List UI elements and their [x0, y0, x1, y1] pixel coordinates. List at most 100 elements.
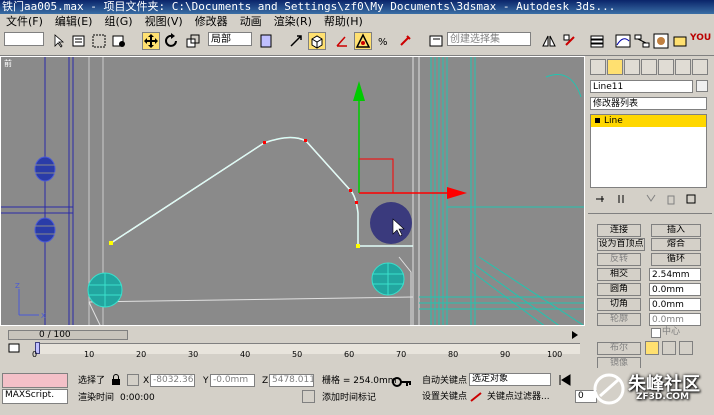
key-icon[interactable]	[392, 376, 412, 388]
object-name-field[interactable]: Line11	[590, 80, 693, 93]
crossinsert-value[interactable]: 2.54mm	[649, 268, 701, 281]
fillet-button[interactable]: 圆角	[597, 283, 641, 296]
time-slider[interactable]: 0 / 100	[8, 330, 128, 340]
window-title: 铁门aa005.max - 项目文件夹: C:\Documents and Se…	[2, 0, 616, 13]
hierarchy-tab-icon[interactable]	[624, 59, 640, 75]
named-selection-set-dropdown[interactable]: 创建选择集	[447, 32, 531, 46]
rotate-icon[interactable]	[163, 32, 181, 50]
show-end-result-icon[interactable]	[616, 193, 628, 205]
reverse-button[interactable]: 反转	[597, 253, 641, 266]
cycle-button[interactable]: 循环	[651, 253, 701, 266]
fuse-button[interactable]: 熔合	[651, 238, 701, 251]
named-selection-icon[interactable]	[427, 32, 445, 50]
maxscript-listener[interactable]: MAXScript.	[2, 389, 68, 404]
render-setup-icon[interactable]	[671, 32, 689, 50]
trackbar-icon[interactable]	[8, 342, 20, 354]
lock-icon[interactable]	[110, 374, 122, 386]
extra-tab-icon[interactable]	[692, 59, 708, 75]
snaps-toggle-icon[interactable]	[308, 32, 326, 50]
selected-object-dropdown[interactable]: 选定对象	[469, 373, 551, 386]
schematic-view-icon[interactable]	[633, 32, 651, 50]
angle-snap-icon[interactable]	[333, 32, 351, 50]
absolute-mode-icon[interactable]	[127, 374, 139, 386]
layer-manager-icon[interactable]	[588, 32, 606, 50]
utilities-tab-icon[interactable]	[675, 59, 691, 75]
chamfer-button[interactable]: 切角	[597, 298, 641, 311]
insert-button[interactable]: 插入	[651, 224, 701, 237]
move-icon[interactable]	[142, 32, 160, 50]
remove-modifier-icon[interactable]	[665, 193, 677, 205]
select-and-manipulate-icon[interactable]	[287, 32, 305, 50]
menu-group[interactable]: 组(G)	[98, 14, 138, 29]
display-tab-icon[interactable]	[658, 59, 674, 75]
center-checkbox[interactable]	[651, 328, 661, 338]
menu-file[interactable]: 文件(F)	[0, 14, 49, 29]
x-coordinate-field[interactable]: -8032.369	[150, 374, 195, 387]
add-time-tag-button[interactable]: 添加时间标记	[322, 392, 376, 404]
pin-stack-icon[interactable]	[594, 193, 606, 205]
y-coordinate-field[interactable]: -0.0mm	[210, 374, 255, 387]
vertex-handle[interactable]	[355, 201, 358, 204]
modify-tab-icon[interactable]	[607, 59, 623, 75]
chamfer-value[interactable]: 0.0mm	[649, 298, 701, 311]
go-to-start-icon[interactable]	[558, 374, 572, 386]
boolean-button[interactable]: 布尔	[597, 342, 641, 355]
connect-button[interactable]: 连接	[597, 224, 641, 237]
grid-size-label: 栅格 = 254.0mm	[322, 376, 397, 386]
vertex-handle[interactable]	[304, 139, 307, 142]
menu-animation[interactable]: 动画	[234, 14, 268, 29]
set-key-button[interactable]: 设置关键点	[422, 391, 467, 403]
time-tag-icon[interactable]	[302, 390, 315, 403]
tick-label: 10	[84, 350, 95, 359]
tick-label: 0	[32, 350, 38, 359]
mouse-cursor	[370, 202, 412, 244]
menu-edit[interactable]: 编辑(E)	[49, 14, 99, 29]
frame-counter: 0 / 100	[39, 330, 71, 340]
align-icon[interactable]	[561, 32, 579, 50]
vertex-handle[interactable]	[263, 141, 266, 144]
object-color-swatch[interactable]	[696, 80, 708, 92]
modifier-list-dropdown[interactable]: 修改器列表	[590, 97, 707, 110]
create-tab-icon[interactable]	[590, 59, 606, 75]
mirror-icon[interactable]	[540, 32, 558, 50]
stack-item-line[interactable]: Line	[591, 115, 706, 127]
crossinsert-button[interactable]: 相交	[597, 268, 641, 281]
pivot-center-icon[interactable]	[257, 32, 275, 50]
boolean-subtract-icon[interactable]	[662, 341, 676, 355]
menu-view[interactable]: 视图(V)	[139, 14, 189, 29]
motion-tab-icon[interactable]	[641, 59, 657, 75]
tick-label: 40	[240, 350, 251, 359]
boolean-intersect-icon[interactable]	[679, 341, 693, 355]
material-editor-icon[interactable]	[652, 32, 670, 50]
z-coordinate-field[interactable]: 5478.011m	[269, 374, 314, 387]
percent-snap-icon[interactable]	[354, 32, 372, 50]
menu-modifiers[interactable]: 修改器	[189, 14, 234, 29]
select-by-name-icon[interactable]	[70, 32, 88, 50]
make-first-button[interactable]: 设为首顶点	[597, 238, 645, 251]
selection-filter-dropdown[interactable]	[4, 32, 44, 46]
rect-region-icon[interactable]	[90, 32, 108, 50]
curve-editor-icon[interactable]	[614, 32, 632, 50]
make-unique-icon[interactable]	[645, 193, 657, 205]
menu-help[interactable]: 帮助(H)	[318, 14, 369, 29]
reference-coord-dropdown[interactable]: 局部	[208, 32, 252, 46]
outline-button[interactable]: 轮廓	[597, 313, 641, 326]
vertex-handle[interactable]	[349, 189, 352, 192]
scale-icon[interactable]	[184, 32, 202, 50]
front-viewport[interactable]: 前 Z X	[0, 56, 585, 326]
outline-value[interactable]: 0.0mm	[649, 313, 701, 326]
auto-key-button[interactable]: 自动关键点	[422, 375, 467, 387]
configure-sets-icon[interactable]	[685, 193, 697, 205]
move-gizmo[interactable]	[353, 81, 467, 199]
next-frame-icon[interactable]	[570, 330, 580, 340]
maxscript-listener-pink[interactable]	[2, 373, 68, 388]
menu-render[interactable]: 渲染(R)	[268, 14, 318, 29]
boolean-union-icon[interactable]	[645, 341, 659, 355]
edit-named-sets-icon[interactable]	[396, 32, 414, 50]
fillet-value[interactable]: 0.0mm	[649, 283, 701, 296]
spinner-snap-icon[interactable]: %	[375, 32, 393, 50]
select-icon[interactable]	[50, 32, 68, 50]
key-filters-button[interactable]: 关键点过滤器...	[487, 391, 550, 403]
watermark-logo-icon	[593, 373, 625, 405]
window-crossing-icon[interactable]	[110, 32, 128, 50]
